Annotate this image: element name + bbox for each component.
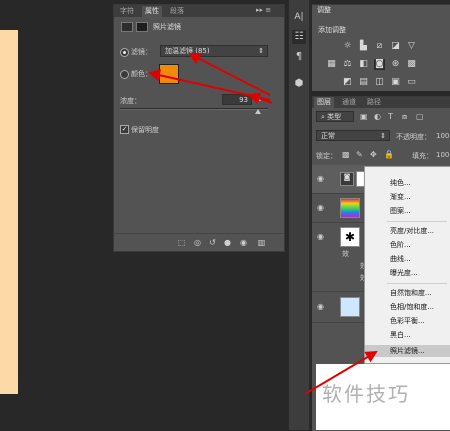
arrow-to-photo-filter <box>304 350 378 395</box>
arrow-to-filter <box>188 53 271 96</box>
annotation-overlay <box>148 53 378 395</box>
